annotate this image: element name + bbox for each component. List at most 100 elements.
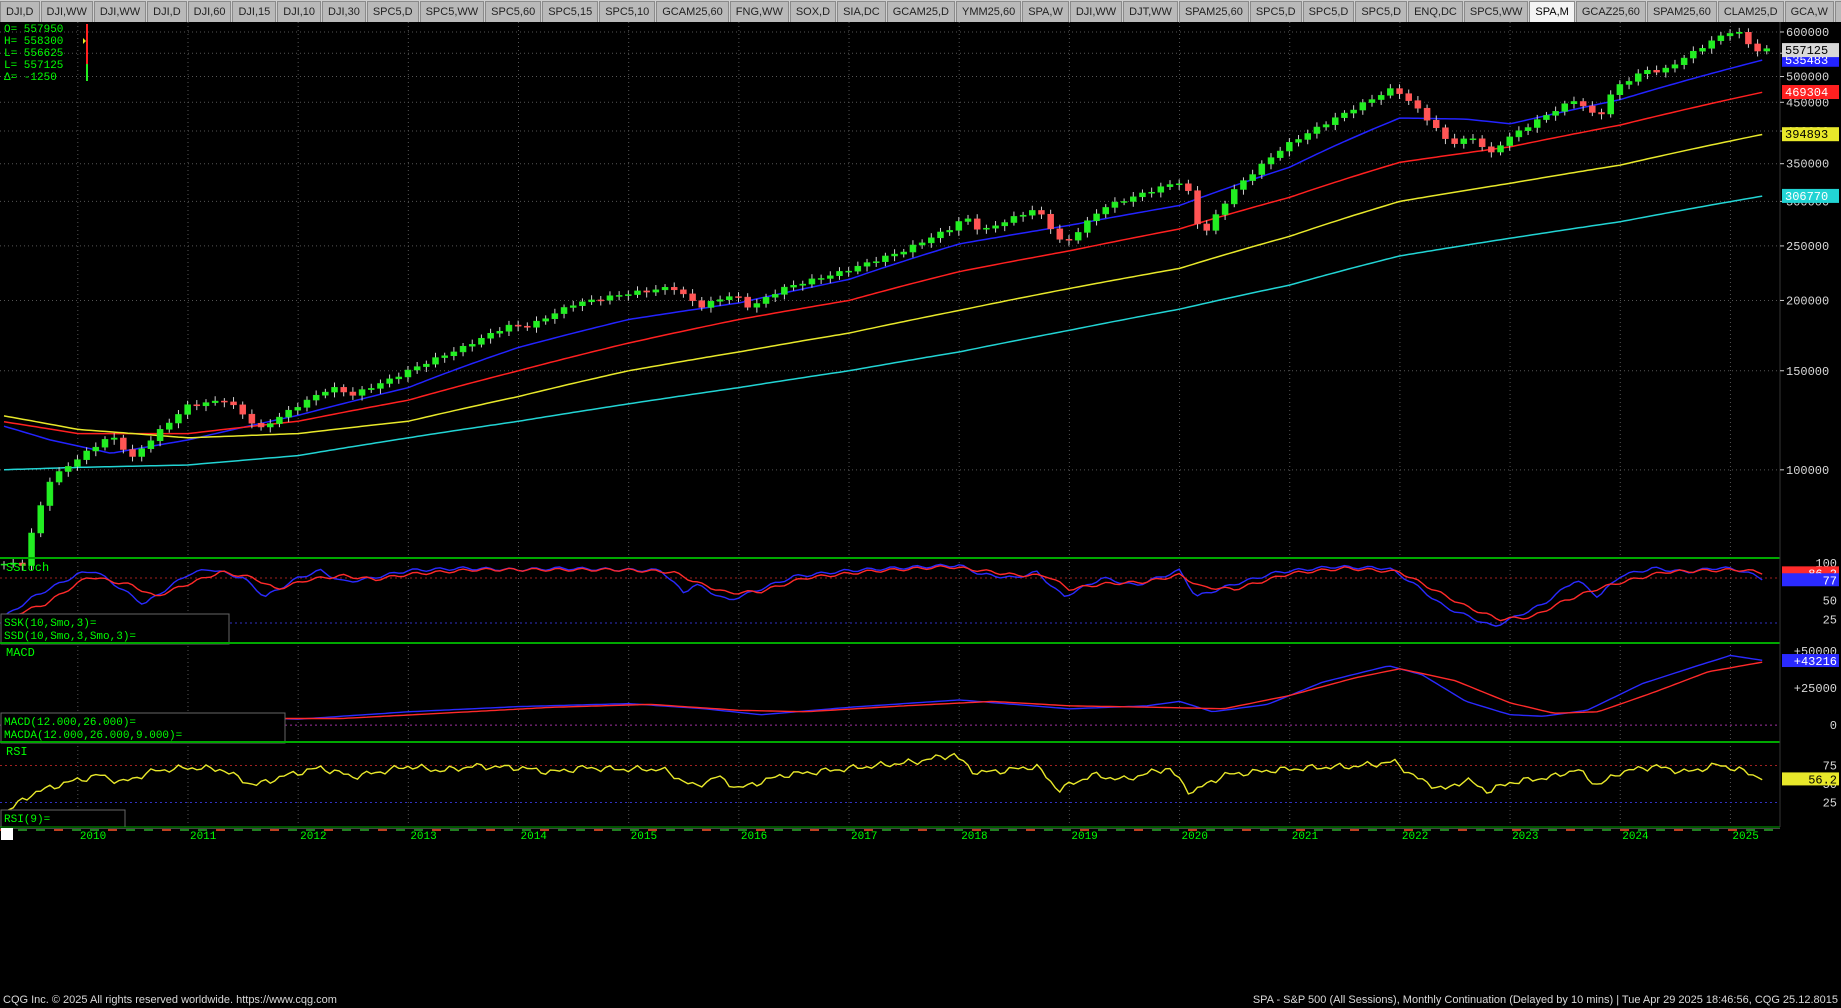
tab-gcaz25-60[interactable]: GCAZ25,60 [1575,1,1646,22]
candle-up[interactable] [1515,130,1523,138]
candle-up[interactable] [652,289,660,293]
tab-dji-ww[interactable]: DJI,WW [40,1,93,22]
candle-up[interactable] [1607,94,1614,115]
candle-up[interactable] [964,218,972,222]
tab-clam25-d[interactable]: CLAM25,D [1717,1,1784,22]
candle-up[interactable] [1341,112,1348,118]
candle-up[interactable] [1322,124,1330,128]
candle-up[interactable] [634,290,641,295]
candle-down[interactable] [1194,190,1201,225]
candle-up[interactable] [882,255,889,262]
candle-up[interactable] [716,299,724,302]
candle-down[interactable] [1433,119,1440,128]
candle-down[interactable] [1754,43,1761,52]
candle-down[interactable] [239,404,246,415]
candle-down[interactable] [744,296,751,308]
candle-up[interactable] [588,299,595,303]
candle-up[interactable] [937,231,944,239]
tab-djt-ww[interactable]: DJT,WW [1123,1,1178,22]
candle-up[interactable] [781,286,788,295]
tab-dji-30[interactable]: DJI,30 [322,1,366,22]
tab-spc5-ww[interactable]: SPC5,WW [419,1,485,22]
candle-up[interactable] [1231,189,1238,205]
candle-up[interactable] [175,414,182,424]
candle-up[interactable] [1276,150,1284,158]
candle-up[interactable] [1570,101,1578,105]
candle-down[interactable] [524,325,531,328]
candle-up[interactable] [1534,119,1541,128]
candle-up[interactable] [1148,191,1155,194]
candle-up[interactable] [294,407,302,411]
candle-up[interactable] [1359,102,1367,111]
candle-up[interactable] [1690,50,1697,59]
candle-up[interactable] [854,265,862,272]
candle-up[interactable] [1708,40,1715,49]
candle-up[interactable] [395,376,403,380]
candle-down[interactable] [1423,107,1431,121]
candle-up[interactable] [625,294,632,296]
candle-down[interactable] [248,413,256,424]
candle-up[interactable] [184,404,191,415]
candle-up[interactable] [441,355,448,358]
candle-up[interactable] [891,253,898,257]
candle-up[interactable] [166,422,173,430]
candle-down[interactable] [1056,228,1064,240]
candle-down[interactable] [1405,93,1412,101]
candle-down[interactable] [1203,223,1210,231]
candle-down[interactable] [689,293,696,301]
candle-up[interactable] [1313,126,1321,134]
candle-up[interactable] [83,450,90,460]
candle-up[interactable] [1221,203,1229,215]
candle-up[interactable] [1552,111,1559,116]
candle-down[interactable] [230,401,237,406]
candle-up[interactable] [542,318,549,322]
candle-up[interactable] [615,295,623,297]
candle-up[interactable] [1157,186,1165,193]
tab-spa-m[interactable]: SPA,M [1529,1,1575,22]
candle-up[interactable] [1460,138,1468,144]
candle-up[interactable] [863,262,871,267]
candle-up[interactable] [46,481,54,506]
candle-down[interactable] [1047,213,1054,230]
candle-down[interactable] [129,449,136,457]
candle-up[interactable] [1763,48,1771,52]
tab-gcam25-d[interactable]: GCAM25,D [886,1,955,22]
candle-up[interactable] [753,303,761,308]
candle-up[interactable] [55,471,63,483]
candle-up[interactable] [992,225,999,229]
candle-up[interactable] [1726,33,1734,37]
tab-ymm25-60[interactable]: YMM25,60 [956,1,1022,22]
candle-up[interactable] [1644,70,1651,74]
candle-down[interactable] [1653,70,1660,73]
candle-up[interactable] [955,221,963,231]
candle-up[interactable] [1019,214,1027,217]
candle-up[interactable] [459,345,467,353]
candle-up[interactable] [1166,184,1174,187]
candle-down[interactable] [643,290,650,293]
candle-up[interactable] [918,242,926,246]
candle-up[interactable] [138,448,145,457]
candle-up[interactable] [110,437,118,440]
candle-down[interactable] [514,324,522,327]
candle-up[interactable] [1084,220,1091,233]
candle-up[interactable] [450,351,458,357]
candle-up[interactable] [707,301,715,308]
candle-down[interactable] [221,400,228,403]
candle-up[interactable] [505,324,513,332]
candle-up[interactable] [413,366,421,371]
candle-up[interactable] [900,251,908,255]
candle-up[interactable] [1212,214,1220,231]
candle-up[interactable] [1680,57,1688,65]
candle-up[interactable] [358,389,366,396]
candle-up[interactable] [845,270,852,273]
candle-up[interactable] [147,440,155,449]
candle-up[interactable] [661,287,669,291]
candle-up[interactable] [202,402,210,407]
candle-up[interactable] [312,394,320,401]
candle-up[interactable] [432,357,439,365]
candle-down[interactable] [1414,100,1422,109]
candle-up[interactable] [790,285,797,288]
candle-up[interactable] [1102,207,1109,215]
candle-up[interactable] [726,296,733,300]
candle-down[interactable] [735,296,742,298]
